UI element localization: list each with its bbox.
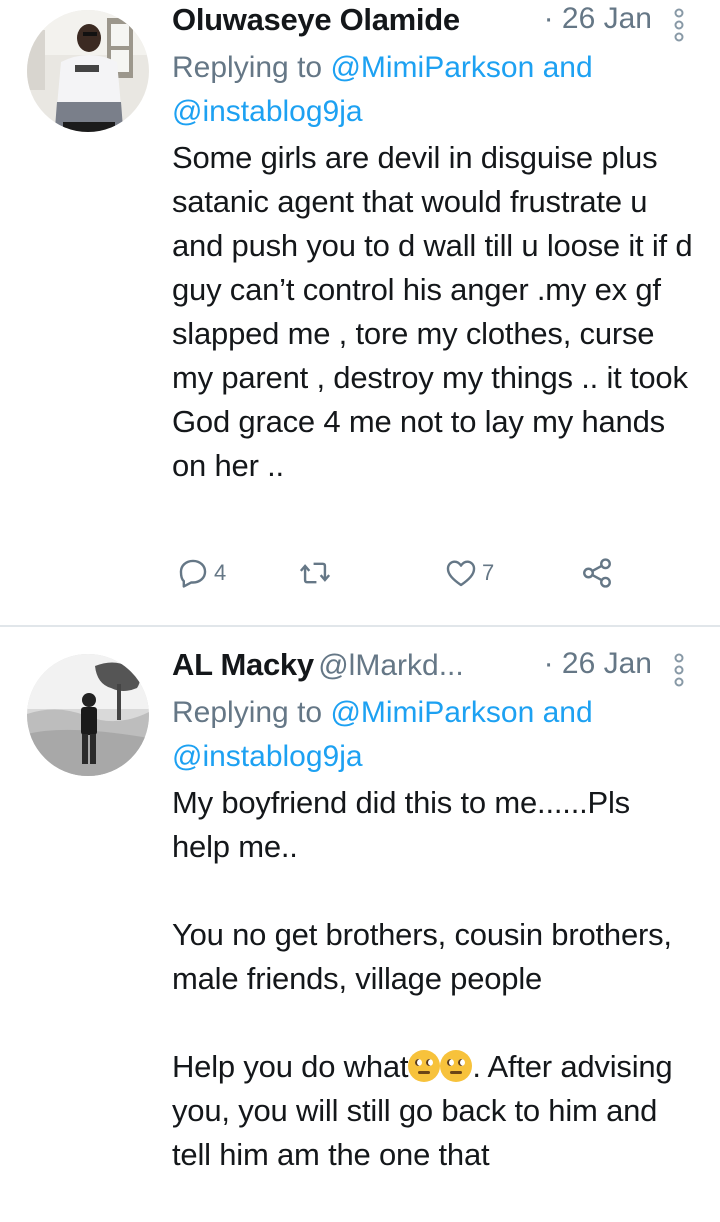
more-vertical-icon[interactable] [672,8,686,42]
replying-to-label: Replying to [172,696,331,729]
more-vertical-icon[interactable] [672,653,686,687]
replying-to-label: Replying to [172,51,331,84]
tweet-date: · 26 Jan [543,647,652,680]
tweet-text-part: My boyfriend did this to me......Pls hel… [172,785,672,1084]
reply-icon [179,559,207,588]
avatar[interactable] [27,10,149,132]
retweet-button[interactable] [298,556,332,590]
tweet[interactable]: Oluwaseye Olamide · 26 Jan Replying to @… [0,0,720,627]
face-with-rolling-eyes-emoji [408,1050,441,1082]
avatar[interactable] [27,654,149,776]
like-button[interactable]: 7 [444,556,494,590]
user-handle[interactable]: @lMarkd... [318,649,463,682]
reply-button[interactable]: 4 [176,556,226,590]
retweet-icon [299,562,331,584]
display-name[interactable]: AL Macky [172,647,314,682]
share-icon [583,558,611,588]
tweet-date: · 26 Jan [543,2,652,35]
share-button[interactable] [580,556,614,590]
face-with-rolling-eyes-emoji [440,1050,473,1082]
tweet[interactable]: AL Macky @lMarkd... · 26 Jan Replying to… [0,627,720,1222]
tweet-text: Some girls are devil in disguise plus sa… [172,140,693,483]
like-count: 7 [482,560,495,585]
display-name[interactable]: Oluwaseye Olamide [172,2,460,37]
tweet-actions: 4 7 [172,556,652,604]
replying-to: Replying to @MimiParkson and @instablog9… [172,691,696,779]
replying-to: Replying to @MimiParkson and @instablog9… [172,46,696,134]
reply-count: 4 [214,560,227,585]
tweet-text: My boyfriend did this to me......Pls hel… [172,781,696,1177]
heart-icon [446,560,476,587]
